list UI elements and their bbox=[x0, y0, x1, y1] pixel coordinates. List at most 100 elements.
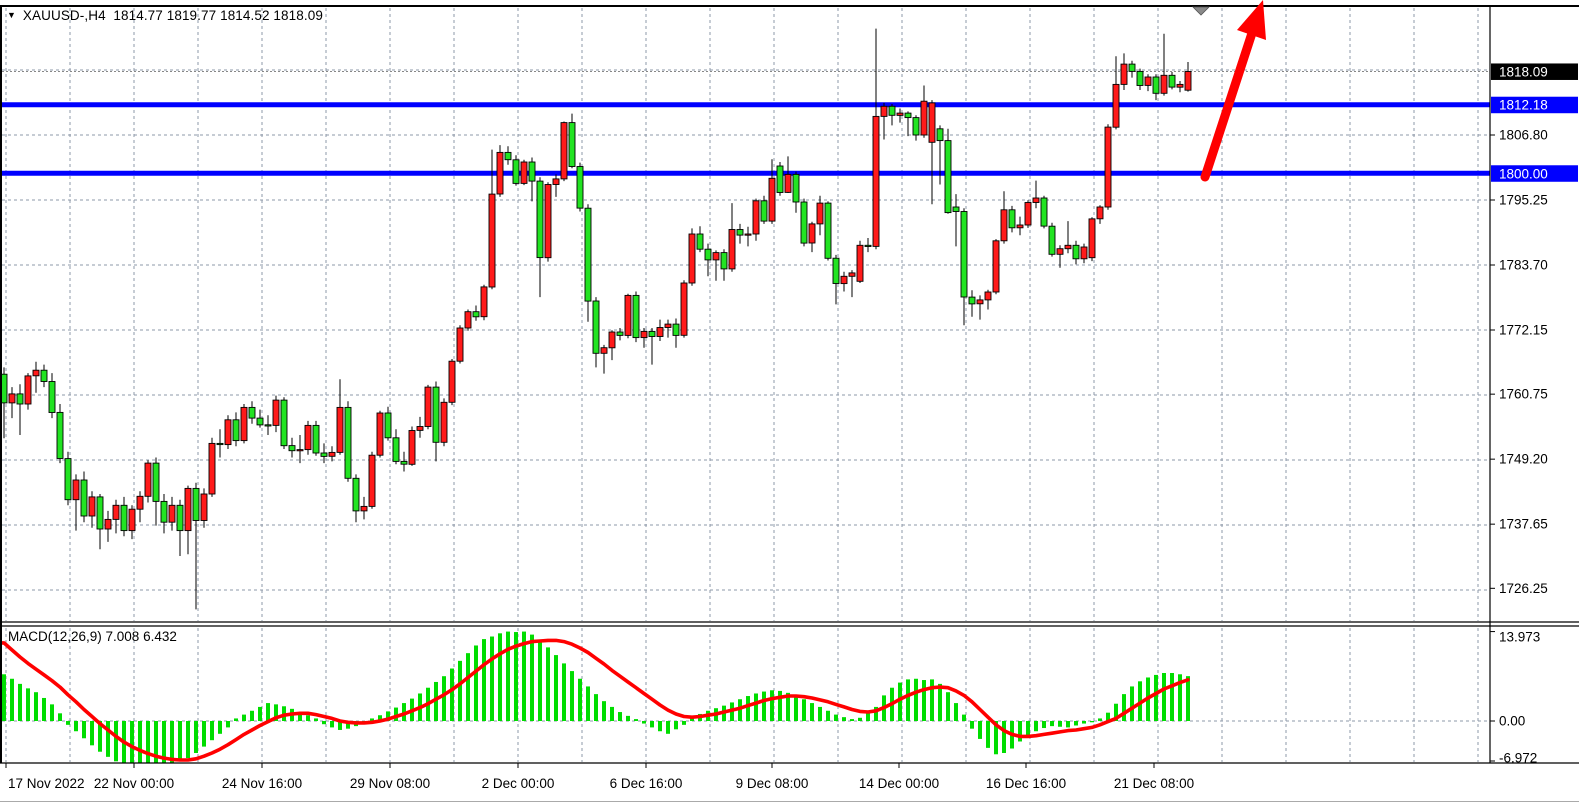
macd-histogram-bar bbox=[498, 633, 502, 721]
macd-histogram-bar bbox=[842, 717, 846, 721]
candle-bullish bbox=[417, 427, 423, 431]
time-axis-label: 24 Nov 16:00 bbox=[222, 776, 302, 791]
macd-histogram-bar bbox=[74, 721, 78, 731]
candle-bullish bbox=[89, 497, 95, 516]
macd-histogram-bar bbox=[770, 690, 774, 721]
macd-histogram-bar bbox=[602, 701, 606, 721]
macd-histogram-bar bbox=[178, 721, 182, 761]
price-axis-label: 1772.15 bbox=[1499, 323, 1548, 338]
macd-histogram-bar bbox=[914, 679, 918, 721]
candle-bullish bbox=[1177, 84, 1183, 87]
macd-histogram-bar bbox=[634, 719, 638, 721]
candle-bearish bbox=[529, 162, 535, 181]
candle-bearish bbox=[945, 141, 951, 213]
macd-histogram-bar bbox=[466, 653, 470, 721]
candle-bearish bbox=[537, 181, 543, 258]
candle-bullish bbox=[1089, 219, 1095, 258]
macd-histogram-bar bbox=[1042, 721, 1046, 728]
macd-histogram-bar bbox=[978, 721, 982, 739]
candle-bullish bbox=[1033, 198, 1039, 203]
candle-bearish bbox=[81, 480, 87, 516]
price-axis-label: 1726.25 bbox=[1499, 581, 1548, 596]
macd-histogram-bar bbox=[938, 684, 942, 721]
candle-bullish bbox=[625, 295, 631, 335]
price-axis-label: 1737.65 bbox=[1499, 517, 1548, 532]
candle-bullish bbox=[241, 407, 247, 440]
symbol-dropdown-icon[interactable]: ▼ bbox=[7, 11, 16, 20]
candle-bearish bbox=[505, 152, 511, 159]
time-axis-label: 22 Nov 00:00 bbox=[94, 776, 174, 791]
price-chart-plot-area[interactable] bbox=[2, 6, 1490, 621]
candle-bearish bbox=[393, 438, 399, 462]
candle-bearish bbox=[937, 129, 943, 141]
macd-histogram-bar bbox=[1098, 718, 1102, 721]
macd-histogram-bar bbox=[1002, 721, 1006, 753]
candle-bullish bbox=[25, 376, 31, 404]
candle-bearish bbox=[585, 208, 591, 301]
macd-histogram-bar bbox=[234, 718, 238, 721]
candle-bearish bbox=[833, 258, 839, 283]
candle-bullish bbox=[881, 106, 887, 116]
chart-left-border bbox=[0, 6, 2, 763]
candle-bullish bbox=[1017, 225, 1023, 228]
candle-bearish bbox=[953, 207, 959, 212]
candle-bearish bbox=[153, 463, 159, 501]
macd-histogram-bar bbox=[986, 721, 990, 748]
candle-bearish bbox=[1169, 75, 1175, 87]
macd-histogram-bar bbox=[578, 679, 582, 721]
price-axis-label: 1760.75 bbox=[1499, 387, 1548, 402]
macd-histogram-bar bbox=[1074, 721, 1078, 725]
macd-histogram-bar bbox=[754, 693, 758, 721]
macd-histogram-bar bbox=[2, 674, 6, 721]
macd-histogram-bar bbox=[442, 676, 446, 721]
candle-bullish bbox=[169, 505, 175, 522]
macd-axis-label: -6.972 bbox=[1499, 751, 1537, 766]
macd-histogram-bar bbox=[474, 645, 478, 721]
candle-bearish bbox=[969, 297, 975, 304]
macd-histogram-bar bbox=[762, 692, 766, 721]
candle-bearish bbox=[281, 400, 287, 446]
candle-bullish bbox=[1185, 72, 1191, 91]
macd-histogram-bar bbox=[330, 721, 334, 727]
candle-bullish bbox=[873, 116, 879, 246]
macd-histogram-bar bbox=[674, 721, 678, 729]
macd-plot-area[interactable] bbox=[2, 627, 1490, 763]
candle-bullish bbox=[145, 463, 151, 496]
macd-histogram-bar bbox=[1154, 675, 1158, 721]
candle-bullish bbox=[1145, 77, 1151, 85]
candle-bearish bbox=[321, 453, 327, 456]
time-axis-label: 29 Nov 08:00 bbox=[350, 776, 430, 791]
candle-bearish bbox=[313, 425, 319, 453]
candle-bullish bbox=[73, 480, 79, 500]
candle-bearish bbox=[617, 332, 623, 335]
candle-bullish bbox=[857, 245, 863, 281]
candle-bullish bbox=[553, 179, 559, 185]
candle-bearish bbox=[577, 167, 583, 209]
macd-histogram-bar bbox=[1186, 676, 1190, 721]
macd-histogram-bar bbox=[42, 698, 46, 721]
macd-histogram-bar bbox=[562, 663, 566, 721]
macd-histogram-bar bbox=[306, 715, 310, 721]
candle-bullish bbox=[601, 348, 607, 354]
candle-bearish bbox=[905, 113, 911, 118]
macd-histogram-bar bbox=[258, 707, 262, 721]
candle-bullish bbox=[985, 292, 991, 300]
macd-histogram-bar bbox=[650, 721, 654, 727]
macd-histogram-bar bbox=[226, 721, 230, 727]
macd-histogram-bar bbox=[794, 695, 798, 721]
candle-bearish bbox=[1129, 64, 1135, 71]
candle-bullish bbox=[113, 505, 119, 519]
macd-histogram-bar bbox=[250, 711, 254, 721]
macd-histogram-bar bbox=[82, 721, 86, 738]
candle-bearish bbox=[649, 331, 655, 336]
macd-histogram-bar bbox=[1050, 721, 1054, 726]
candle-bullish bbox=[457, 328, 463, 361]
candle-bearish bbox=[801, 202, 807, 243]
macd-histogram-bar bbox=[1058, 721, 1062, 727]
candle-bearish bbox=[673, 324, 679, 335]
candle-bearish bbox=[265, 425, 271, 426]
candle-bearish bbox=[385, 413, 391, 438]
candle-bullish bbox=[137, 496, 143, 509]
candle-bullish bbox=[1025, 203, 1031, 226]
macd-histogram-bar bbox=[50, 704, 54, 721]
